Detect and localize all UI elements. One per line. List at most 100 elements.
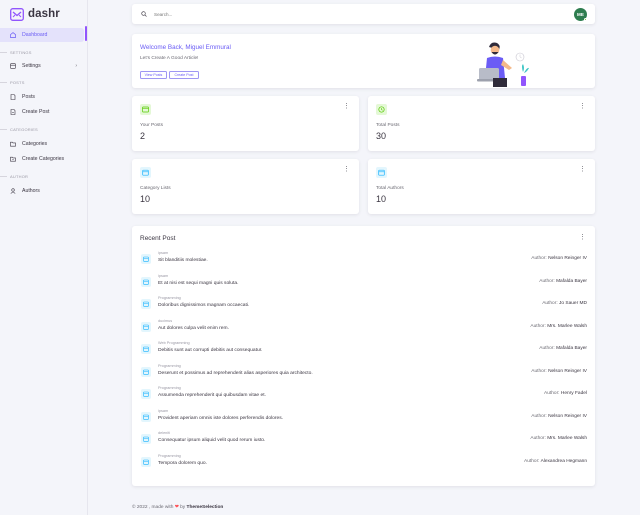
post-category: Programming <box>158 296 181 300</box>
list-item[interactable]: Programming Doloribus dignissimos magnam … <box>140 295 587 315</box>
list-item[interactable]: ipsam Provident aperiam omnis iste dolore… <box>140 408 587 428</box>
post-title[interactable]: Assumenda reprehenderit qui quibusdam vi… <box>158 393 266 398</box>
sidebar-item-label: Dashboard <box>22 32 48 38</box>
search-input[interactable] <box>154 11 354 17</box>
list-item[interactable]: ipsam Et at nisi est sequi magni quis sol… <box>140 273 587 293</box>
author-prefix: Author: <box>531 256 547 261</box>
list-item[interactable]: Web Programming Debitis sunt aut corrupti… <box>140 340 587 360</box>
post-category: Programming <box>158 453 181 458</box>
post-category: Programming <box>158 363 181 368</box>
post-title[interactable]: Et at nisi est sequi magni quis soluta. <box>158 281 238 286</box>
post-author: Author: Nelson Reinger IV <box>531 414 587 419</box>
author-name: Mrs. Marlee Walsh <box>547 436 587 441</box>
list-item[interactable]: ducimus Aut dolores culpa velit enim rem.… <box>140 318 587 338</box>
sidebar-item-dashboard[interactable]: Dashboard <box>0 28 84 42</box>
image-icon <box>140 104 151 115</box>
author-prefix: Author: <box>530 323 546 329</box>
sidebar-item-posts[interactable]: Posts <box>0 90 87 104</box>
calendar-icon <box>141 344 151 354</box>
sidebar-item-categories[interactable]: Categories <box>0 137 87 151</box>
list-item[interactable]: Programming Tempora dolorem quo. Author: A… <box>140 453 587 473</box>
calendar-icon <box>376 167 387 178</box>
post-title[interactable]: Sit blanditiis molestiae. <box>158 258 208 263</box>
author-name: Henry Fadel <box>560 391 587 396</box>
post-author: Author: Mafalda Bayer <box>539 346 587 351</box>
stat-card-total-authors: ⋮ Total Authors 10 <box>368 159 595 214</box>
sidebar-item-label: Create Categories <box>22 156 65 162</box>
calendar-icon <box>141 276 151 287</box>
stat-value: 10 <box>140 194 151 204</box>
post-category: deleniti <box>158 431 171 435</box>
logo-icon <box>10 7 24 21</box>
post-title[interactable]: Aut dolores culpa velit enim rem. <box>158 326 229 331</box>
view-posts-button[interactable]: View Posts <box>140 71 167 79</box>
user-icon <box>10 188 16 194</box>
calendar-icon <box>141 456 151 467</box>
folder-add-icon <box>10 156 16 162</box>
section-label-posts: POSTS <box>0 77 87 87</box>
section-label-author: AUTHOR <box>0 171 87 181</box>
welcome-title: Welcome Back, Miguel Emmural <box>140 44 231 51</box>
sidebar-item-label: Authors <box>22 188 40 194</box>
post-title[interactable]: Provident aperiam omnis iste dolores per… <box>158 416 283 421</box>
post-category: Web Programming <box>158 341 190 345</box>
post-category: ipsam <box>158 408 169 413</box>
post-author: Author: Alexandrea Hegmann <box>524 459 587 464</box>
more-options-icon[interactable]: ⋮ <box>343 166 350 173</box>
post-category: ipsam <box>158 273 169 278</box>
post-category: ducimus <box>158 318 173 323</box>
brand-name: dashr <box>28 8 60 20</box>
post-author: Author: Mafalda Bayer <box>539 279 587 284</box>
author-name: Mafalda Bayer <box>556 278 587 284</box>
welcome-card: Welcome Back, Miguel Emmural Let's Creat… <box>132 34 595 88</box>
avatar[interactable]: ME <box>574 8 587 21</box>
post-author: Author: Nelson Reinger IV <box>531 369 587 374</box>
more-options-icon[interactable]: ⋮ <box>579 166 586 173</box>
author-name: Alexandrea Hegmann <box>540 458 587 464</box>
list-item[interactable]: deleniti Consequatur ipsum aliquid velit … <box>140 430 587 450</box>
welcome-subtitle: Let's Create A Good Article! <box>140 56 199 61</box>
sidebar: dashr Dashboard SETTINGS Settings › POST… <box>0 0 88 515</box>
post-author: Author: Mrs. Marlee Walsh <box>530 436 587 441</box>
post-title[interactable]: Doloribus dignissimos magnam occaecati. <box>158 303 249 308</box>
sidebar-item-label: Categories <box>22 141 48 147</box>
more-options-icon[interactable]: ⋮ <box>343 103 350 110</box>
sidebar-item-create-categories[interactable]: Create Categories <box>0 152 87 166</box>
author-prefix: Author: <box>524 458 540 464</box>
stat-value: 10 <box>376 194 387 204</box>
sidebar-item-settings[interactable]: Settings › <box>0 59 87 73</box>
create-post-button[interactable]: Create Post <box>169 71 199 79</box>
list-item[interactable]: Programming Assumenda reprehenderit qui q… <box>140 385 587 405</box>
calendar-icon <box>140 167 151 178</box>
sidebar-item-create-post[interactable]: Create Post <box>0 105 87 119</box>
more-options-icon[interactable]: ⋮ <box>579 103 586 110</box>
clock-icon <box>376 104 387 115</box>
calendar-icon <box>141 411 151 422</box>
stat-label: Total Authors <box>376 186 404 191</box>
top-bar: ME <box>132 4 595 24</box>
list-item[interactable]: ipsam Sit blanditiis molestiae. Author: Ne… <box>140 250 587 270</box>
post-title[interactable]: Tempora dolorem quo. <box>158 461 207 466</box>
list-item[interactable]: Programming Deserunt et possimus ad repre… <box>140 363 587 383</box>
post-title[interactable]: Debitis sunt aut corrupti debitis aut co… <box>158 348 262 353</box>
post-author: Author: Mrs. Marlee Walsh <box>530 324 587 329</box>
footer-text: © 2022 , made with <box>132 505 174 510</box>
more-options-icon[interactable]: ⋮ <box>579 234 586 241</box>
author-name: Mafalda Bayer <box>556 346 587 351</box>
author-prefix: Author: <box>542 301 558 306</box>
stat-value: 2 <box>140 131 146 141</box>
brand[interactable]: dashr <box>0 0 87 28</box>
stat-card-your-posts: ⋮ Your Posts 2 <box>132 96 359 151</box>
author-name: Nelson Reinger IV <box>548 368 587 374</box>
avatar-initials: ME <box>577 12 584 17</box>
stat-label: Your Posts <box>140 123 164 128</box>
post-title[interactable]: Consequatur ipsum aliquid velit quod rer… <box>158 438 265 443</box>
sidebar-item-authors[interactable]: Authors <box>0 184 87 198</box>
post-title[interactable]: Deserunt et possimus ad reprehenderit al… <box>158 371 313 376</box>
stat-card-total-posts: ⋮ Total Posts 30 <box>368 96 595 151</box>
post-author: Author: Jo Sauer MD <box>542 301 587 306</box>
footer-brand-link[interactable]: ThemeSelection <box>187 505 224 510</box>
author-name: Nelson Reinger IV <box>548 256 587 261</box>
online-status-dot <box>584 18 587 21</box>
folder-icon <box>10 141 16 147</box>
